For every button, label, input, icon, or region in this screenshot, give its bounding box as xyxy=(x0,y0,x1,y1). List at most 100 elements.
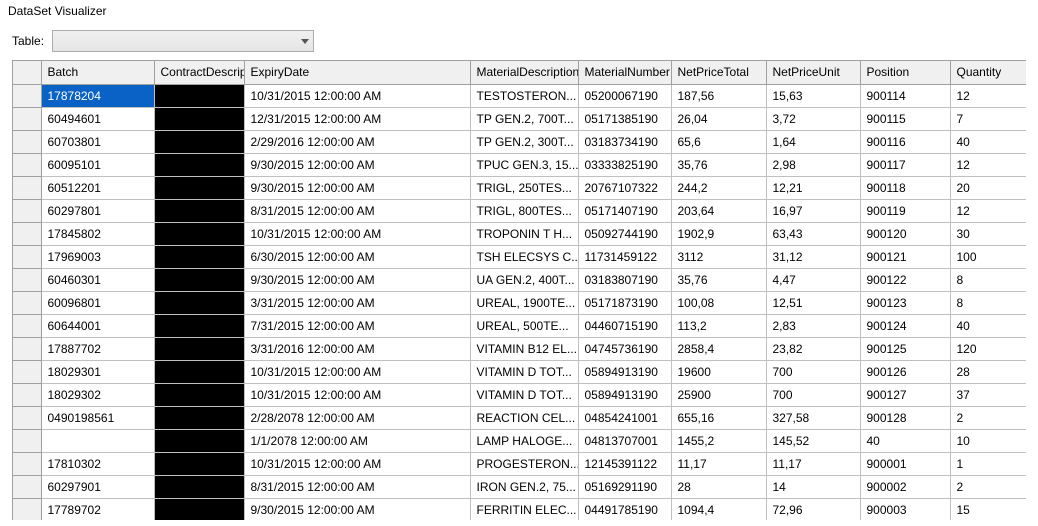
col-header[interactable]: Batch xyxy=(41,61,154,84)
cell[interactable]: 900126 xyxy=(860,360,950,383)
row-header[interactable] xyxy=(13,337,41,360)
cell[interactable]: 11,17 xyxy=(671,452,766,475)
cell[interactable]: 35,76 xyxy=(671,153,766,176)
table-row[interactable]: 0490198561E2/28/2078 12:00:00 AMREACTION… xyxy=(13,406,1026,429)
cell[interactable]: 1902,9 xyxy=(671,222,766,245)
cell[interactable]: 2 xyxy=(950,475,1026,498)
cell[interactable]: 2 xyxy=(950,406,1026,429)
row-header[interactable] xyxy=(13,383,41,406)
cell[interactable]: 187,56 xyxy=(671,84,766,107)
cell[interactable]: 04491785190 xyxy=(578,498,671,520)
col-header[interactable]: Position xyxy=(860,61,950,84)
cell[interactable]: E xyxy=(154,291,244,314)
cell[interactable]: E xyxy=(154,314,244,337)
cell[interactable]: 3/31/2016 12:00:00 AM xyxy=(244,337,470,360)
cell[interactable]: 1 xyxy=(950,452,1026,475)
cell[interactable]: 18029301 xyxy=(41,360,154,383)
cell[interactable]: FERRITIN ELEC... xyxy=(470,498,578,520)
cell[interactable]: TRIGL, 800TES... xyxy=(470,199,578,222)
cell[interactable] xyxy=(41,429,154,452)
col-header[interactable]: MaterialDescription xyxy=(470,61,578,84)
cell[interactable]: 327,58 xyxy=(766,406,860,429)
cell[interactable]: 9/30/2015 12:00:00 AM xyxy=(244,153,470,176)
cell[interactable]: 63,43 xyxy=(766,222,860,245)
cell[interactable]: 11731459122 xyxy=(578,245,671,268)
table-row[interactable]: 18029302E10/31/2015 12:00:00 AMVITAMIN D… xyxy=(13,383,1026,406)
cell[interactable]: E xyxy=(154,107,244,130)
cell[interactable]: 28 xyxy=(950,360,1026,383)
cell[interactable]: 10 xyxy=(950,429,1026,452)
cell[interactable]: E xyxy=(154,360,244,383)
cell[interactable]: UREAL, 1900TE... xyxy=(470,291,578,314)
row-header[interactable] xyxy=(13,268,41,291)
cell[interactable]: 900123 xyxy=(860,291,950,314)
cell[interactable]: 60095101 xyxy=(41,153,154,176)
cell[interactable]: 31,12 xyxy=(766,245,860,268)
table-row[interactable]: 18029301E10/31/2015 12:00:00 AMVITAMIN D… xyxy=(13,360,1026,383)
cell[interactable]: 2/29/2016 12:00:00 AM xyxy=(244,130,470,153)
cell[interactable]: E xyxy=(154,245,244,268)
cell[interactable]: E xyxy=(154,452,244,475)
cell[interactable]: 17878204 xyxy=(41,84,154,107)
cell[interactable]: 12 xyxy=(950,153,1026,176)
cell[interactable]: 12145391122 xyxy=(578,452,671,475)
cell[interactable]: 40 xyxy=(860,429,950,452)
cell[interactable]: UA GEN.2, 400T... xyxy=(470,268,578,291)
cell[interactable]: 05894913190 xyxy=(578,383,671,406)
cell[interactable]: LAMP HALOGE... xyxy=(470,429,578,452)
row-header[interactable] xyxy=(13,475,41,498)
cell[interactable]: 900124 xyxy=(860,314,950,337)
cell[interactable]: 900127 xyxy=(860,383,950,406)
table-row[interactable]: 60297901E8/31/2015 12:00:00 AMIRON GEN.2… xyxy=(13,475,1026,498)
cell[interactable]: TESTOSTERON... xyxy=(470,84,578,107)
cell[interactable]: REACTION CEL... xyxy=(470,406,578,429)
table-select[interactable] xyxy=(52,30,314,52)
cell[interactable]: 2/28/2078 12:00:00 AM xyxy=(244,406,470,429)
table-row[interactable]: 60494601E12/31/2015 12:00:00 AMTP GEN.2,… xyxy=(13,107,1026,130)
cell[interactable]: TP GEN.2, 300T... xyxy=(470,130,578,153)
cell[interactable]: E xyxy=(154,268,244,291)
cell[interactable]: 17789702 xyxy=(41,498,154,520)
cell[interactable]: E xyxy=(154,84,244,107)
cell[interactable]: TP GEN.2, 700T... xyxy=(470,107,578,130)
cell[interactable]: 2,98 xyxy=(766,153,860,176)
cell[interactable]: 8 xyxy=(950,291,1026,314)
cell[interactable]: 03183734190 xyxy=(578,130,671,153)
cell[interactable]: 16,97 xyxy=(766,199,860,222)
cell[interactable]: E xyxy=(154,429,244,452)
cell[interactable]: 05171407190 xyxy=(578,199,671,222)
cell[interactable]: 60703801 xyxy=(41,130,154,153)
cell[interactable]: E xyxy=(154,498,244,520)
table-row[interactable]: 60512201E9/30/2015 12:00:00 AMTRIGL, 250… xyxy=(13,176,1026,199)
table-row[interactable]: 60297801E8/31/2015 12:00:00 AMTRIGL, 800… xyxy=(13,199,1026,222)
table-row[interactable]: 60460301E9/30/2015 12:00:00 AMUA GEN.2, … xyxy=(13,268,1026,291)
col-header[interactable]: ExpiryDate xyxy=(244,61,470,84)
cell[interactable]: 9/30/2015 12:00:00 AM xyxy=(244,498,470,520)
row-header[interactable] xyxy=(13,107,41,130)
cell[interactable]: E xyxy=(154,337,244,360)
cell[interactable]: 900120 xyxy=(860,222,950,245)
table-row[interactable]: 17845802E10/31/2015 12:00:00 AMTROPONIN … xyxy=(13,222,1026,245)
cell[interactable]: 10/31/2015 12:00:00 AM xyxy=(244,84,470,107)
cell[interactable]: 12 xyxy=(950,199,1026,222)
cell[interactable]: 9/30/2015 12:00:00 AM xyxy=(244,176,470,199)
cell[interactable]: 2,83 xyxy=(766,314,860,337)
cell[interactable]: 3/31/2015 12:00:00 AM xyxy=(244,291,470,314)
cell[interactable]: 900119 xyxy=(860,199,950,222)
cell[interactable]: 04854241001 xyxy=(578,406,671,429)
cell[interactable]: 7/31/2015 12:00:00 AM xyxy=(244,314,470,337)
row-header[interactable] xyxy=(13,314,41,337)
cell[interactable]: E xyxy=(154,406,244,429)
cell[interactable]: 2858,4 xyxy=(671,337,766,360)
cell[interactable]: E xyxy=(154,222,244,245)
col-header[interactable]: NetPriceUnit xyxy=(766,61,860,84)
cell[interactable]: 18029302 xyxy=(41,383,154,406)
cell[interactable]: 12/31/2015 12:00:00 AM xyxy=(244,107,470,130)
cell[interactable]: 900121 xyxy=(860,245,950,268)
cell[interactable]: 1,64 xyxy=(766,130,860,153)
cell[interactable]: TPUC GEN.3, 15... xyxy=(470,153,578,176)
row-header[interactable] xyxy=(13,199,41,222)
row-header[interactable] xyxy=(13,84,41,107)
cell[interactable]: 03183807190 xyxy=(578,268,671,291)
cell[interactable]: E xyxy=(154,199,244,222)
